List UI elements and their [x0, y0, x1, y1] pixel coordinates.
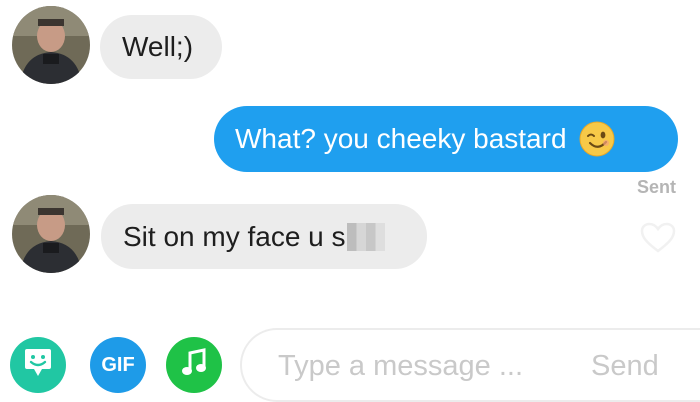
gif-label: GIF — [101, 353, 135, 376]
gif-button[interactable]: GIF — [90, 337, 146, 393]
sticker-icon — [23, 347, 53, 384]
music-note-icon — [180, 347, 208, 383]
message-composer[interactable]: Type a message ... Send — [240, 328, 700, 402]
sender-avatar[interactable] — [12, 6, 90, 84]
like-heart-icon[interactable] — [640, 222, 676, 254]
incoming-message-bubble[interactable]: Well;) — [100, 15, 222, 79]
sender-avatar[interactable] — [12, 195, 90, 273]
message-text: Well;) — [122, 31, 194, 62]
incoming-message-bubble[interactable]: Sit on my face u s — [101, 204, 427, 269]
chat-screen: Well;) What? you cheeky bastard Sent Sit… — [0, 0, 700, 402]
censored-pixelation — [346, 222, 385, 251]
sticker-button[interactable] — [10, 337, 66, 393]
outgoing-message-bubble[interactable]: What? you cheeky bastard — [214, 106, 678, 172]
message-text: What? you cheeky bastard — [235, 123, 567, 154]
send-button[interactable]: Send — [591, 350, 659, 383]
message-status: Sent — [636, 177, 676, 197]
message-text: Sit on my face u s — [123, 220, 346, 252]
message-input[interactable]: Type a message ... — [278, 350, 523, 383]
music-button[interactable] — [166, 337, 222, 393]
winking-face-icon — [579, 121, 615, 157]
